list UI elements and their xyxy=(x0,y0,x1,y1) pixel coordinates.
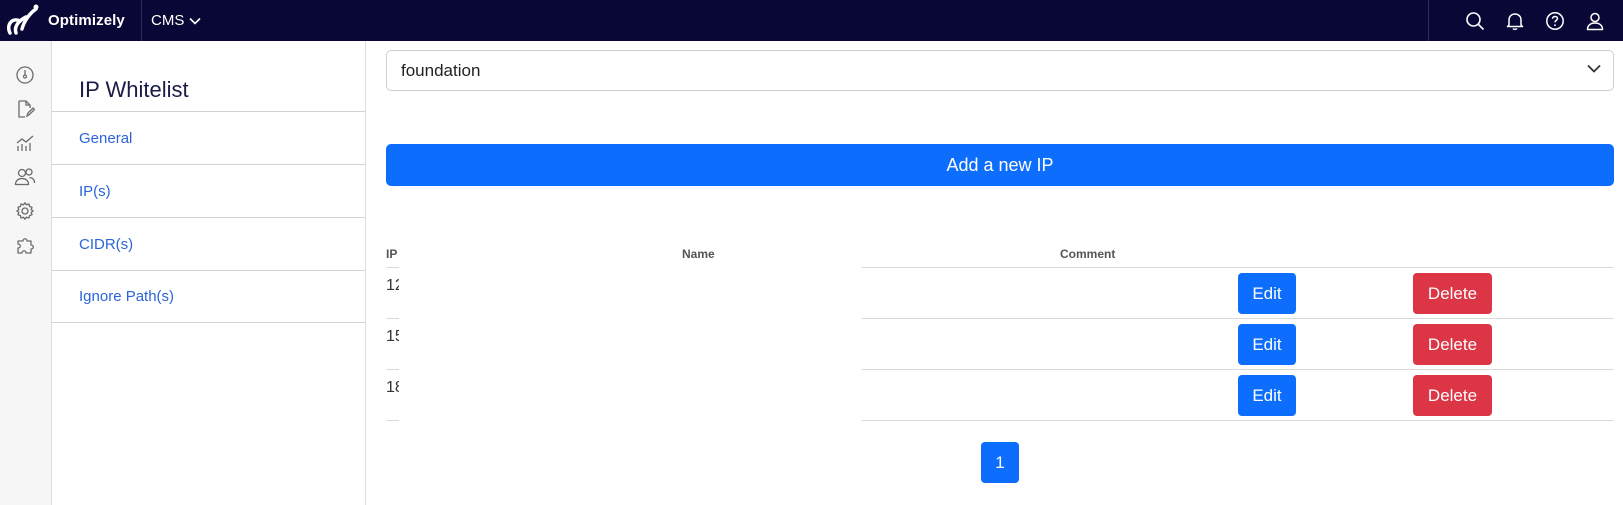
search-icon[interactable] xyxy=(1455,0,1495,41)
top-bar: Optimizely CMS xyxy=(0,0,1623,41)
page-title: IP Whitelist xyxy=(79,77,189,102)
nav-item-general[interactable]: General xyxy=(52,112,365,165)
bell-icon[interactable] xyxy=(1495,0,1535,41)
user-icon[interactable] xyxy=(1575,0,1615,41)
column-header-comment: Comment xyxy=(1060,247,1116,261)
settings-icon[interactable] xyxy=(13,199,37,223)
add-ip-button[interactable]: Add a new IP xyxy=(386,144,1614,186)
left-rail xyxy=(0,41,52,505)
brand-name: Optimizely xyxy=(48,12,125,29)
site-select-value: foundation xyxy=(401,60,481,80)
brand-logo[interactable]: Optimizely xyxy=(0,0,142,41)
redacted-area xyxy=(399,267,862,319)
product-switcher[interactable]: CMS xyxy=(151,12,201,29)
edit-button[interactable]: Edit xyxy=(1238,324,1296,365)
delete-button[interactable]: Delete xyxy=(1413,324,1492,365)
analytics-icon[interactable] xyxy=(13,131,37,155)
redacted-area xyxy=(399,369,862,421)
table-row: 18 Edit Delete xyxy=(386,369,1614,421)
redacted-area xyxy=(399,318,862,370)
table-row: 12 Edit Delete xyxy=(386,267,1614,319)
pagination-page-1[interactable]: 1 xyxy=(981,442,1019,483)
help-icon[interactable] xyxy=(1535,0,1575,41)
ip-cell: 12 xyxy=(386,277,399,294)
column-header-name: Name xyxy=(682,247,715,261)
nav-item-cidrs[interactable]: CIDR(s) xyxy=(52,218,365,271)
table-header: IP Name Comment xyxy=(386,243,1614,268)
edit-button[interactable]: Edit xyxy=(1238,375,1296,416)
users-icon[interactable] xyxy=(13,165,37,189)
nav-item-ips[interactable]: IP(s) xyxy=(52,165,365,218)
delete-button[interactable]: Delete xyxy=(1413,273,1492,314)
edit-button[interactable]: Edit xyxy=(1238,273,1296,314)
column-header-ip: IP xyxy=(386,247,398,261)
nav-item-ignore-paths[interactable]: Ignore Path(s) xyxy=(52,270,365,323)
content-edit-icon[interactable] xyxy=(13,97,37,121)
ip-cell: 15 xyxy=(386,328,399,345)
delete-button[interactable]: Delete xyxy=(1413,375,1492,416)
optimizely-logo-icon xyxy=(7,4,39,35)
ip-cell: 18 xyxy=(386,379,399,396)
site-select[interactable]: foundation xyxy=(386,50,1614,91)
product-name: CMS xyxy=(151,12,185,29)
top-actions xyxy=(1428,0,1623,41)
dashboard-icon[interactable] xyxy=(13,63,37,87)
chevron-down-icon xyxy=(1587,64,1601,73)
addons-icon[interactable] xyxy=(13,233,37,257)
chevron-down-icon xyxy=(189,17,201,25)
settings-nav: IP Whitelist General IP(s) CIDR(s) Ignor… xyxy=(52,41,366,505)
table-row: 15 Edit Delete xyxy=(386,318,1614,370)
